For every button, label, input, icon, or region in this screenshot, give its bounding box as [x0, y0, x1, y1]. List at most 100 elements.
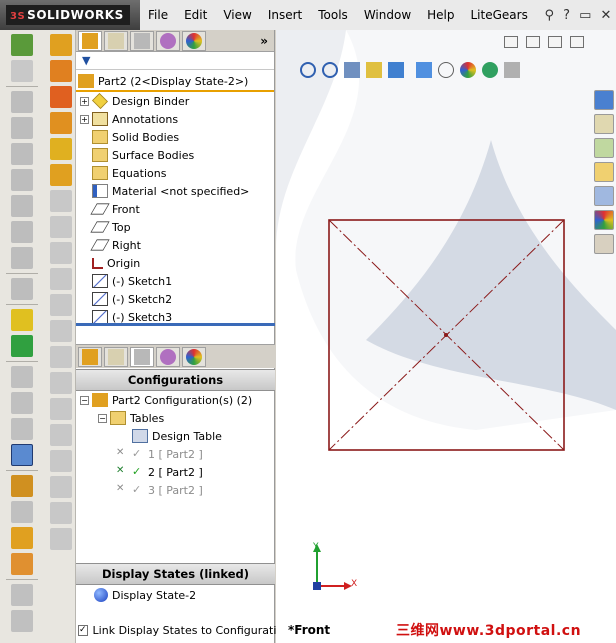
tree-item-equations[interactable]: Equations	[76, 164, 274, 182]
tree-item-sketch1[interactable]: (-) Sketch1	[76, 272, 274, 290]
extrude-icon[interactable]	[11, 475, 33, 497]
collapse-toggle[interactable]: −	[98, 413, 107, 423]
dome-icon[interactable]	[50, 372, 72, 394]
graphics-area[interactable]: Y X *Front 三维网www.3dportal.cn	[276, 30, 616, 643]
boss-loft-icon[interactable]	[50, 112, 72, 134]
display-state-item[interactable]: Display State-2	[76, 586, 275, 604]
menu-edit[interactable]: Edit	[176, 0, 215, 30]
view-settings-icon[interactable]	[504, 62, 520, 78]
rib-icon[interactable]	[50, 320, 72, 342]
tree-item-right[interactable]: Right	[76, 236, 274, 254]
view-palette-icon[interactable]	[594, 186, 614, 206]
menu-insert[interactable]: Insert	[260, 0, 310, 30]
appearances-icon[interactable]	[594, 210, 614, 230]
rapid-sketch-icon[interactable]	[11, 444, 33, 466]
sketch-center-point[interactable]	[444, 333, 448, 337]
menu-help[interactable]: Help	[419, 0, 462, 30]
tree-item-design-binder[interactable]: + Design Binder	[76, 92, 274, 110]
repair-sketch-icon[interactable]	[11, 335, 33, 357]
tab-dimxpert-manager-lower[interactable]	[156, 346, 180, 367]
boundary-boss-icon[interactable]	[50, 138, 72, 160]
tree-item-origin[interactable]: Origin	[76, 254, 274, 272]
close-icon[interactable]	[570, 36, 584, 48]
point-icon[interactable]	[11, 221, 33, 243]
expand-toggle[interactable]: +	[80, 114, 89, 124]
help-icon[interactable]: ?	[563, 8, 570, 23]
tab-property-manager-lower[interactable]	[104, 346, 128, 367]
tab-feature-manager-lower[interactable]	[78, 346, 102, 367]
tree-root-part[interactable]: Part2 (2<Display State-2>)	[76, 72, 274, 92]
draft-icon[interactable]	[50, 346, 72, 368]
menu-file[interactable]: File	[140, 0, 176, 30]
panel-splitter[interactable]	[76, 323, 275, 326]
config-root[interactable]: − Part2 Configuration(s) (2)	[76, 391, 275, 409]
menu-view[interactable]: View	[215, 0, 259, 30]
pin-icon[interactable]: ⚲	[545, 8, 555, 23]
design-library-icon[interactable]	[594, 138, 614, 158]
tab-configuration-manager[interactable]	[130, 30, 154, 51]
edit-appearance-icon[interactable]	[460, 62, 476, 78]
zoom-to-fit-icon[interactable]	[300, 62, 316, 78]
apply-scene-icon[interactable]	[482, 62, 498, 78]
rectangle-icon[interactable]	[11, 117, 33, 139]
tree-item-top[interactable]: Top	[76, 218, 274, 236]
cut-revolve-icon[interactable]	[50, 190, 72, 212]
tree-item-annotations[interactable]: + Annotations	[76, 110, 274, 128]
add-relation-icon[interactable]	[11, 309, 33, 331]
solidworks-logo[interactable]: 3S SOLIDWORKS	[6, 5, 130, 25]
boss-revolve-icon[interactable]	[50, 60, 72, 82]
link-display-states-checkbox[interactable]: ✓	[78, 624, 88, 636]
file-explorer-icon[interactable]	[594, 162, 614, 182]
spline-icon[interactable]	[11, 195, 33, 217]
configuration-item[interactable]: ✕ ✓ 2 [ Part2 ]	[76, 463, 275, 481]
link-display-states-row[interactable]: ✓ Link Display States to Configurations	[76, 619, 296, 641]
linear-pattern-icon[interactable]	[50, 398, 72, 420]
cut-extrude-icon[interactable]	[50, 164, 72, 186]
menu-tools[interactable]: Tools	[310, 0, 356, 30]
fillet-icon[interactable]	[11, 584, 33, 606]
minimize-icon[interactable]	[526, 36, 540, 48]
trim-icon[interactable]	[11, 278, 33, 300]
previous-view-icon[interactable]	[344, 62, 360, 78]
smart-dimension-icon[interactable]	[11, 60, 33, 82]
hide-show-items-icon[interactable]	[438, 62, 454, 78]
shell-icon[interactable]	[50, 294, 72, 316]
move-entities-icon[interactable]	[11, 418, 33, 440]
circle-icon[interactable]	[11, 143, 33, 165]
mirror-feature-icon[interactable]	[50, 450, 72, 472]
custom-properties-icon[interactable]	[594, 234, 614, 254]
restore-icon[interactable]: ▭	[579, 8, 591, 23]
close-icon[interactable]: ✕	[601, 8, 612, 23]
configuration-item[interactable]: ✕ ✓ 1 [ Part2 ]	[76, 445, 275, 463]
line-icon[interactable]	[11, 91, 33, 113]
revolve-icon[interactable]	[11, 501, 33, 523]
boss-extrude-icon[interactable]	[50, 34, 72, 56]
wrap-icon[interactable]	[50, 476, 72, 498]
tree-item-front[interactable]: Front	[76, 200, 274, 218]
tree-filter[interactable]: ▼	[76, 52, 274, 70]
tree-item-solid-bodies[interactable]: Solid Bodies	[76, 128, 274, 146]
tab-dimxpert-manager[interactable]	[156, 30, 180, 51]
restore-icon[interactable]	[548, 36, 562, 48]
tab-configuration-manager-lower[interactable]	[130, 346, 154, 367]
tab-feature-manager[interactable]	[78, 30, 102, 51]
offset-icon[interactable]	[11, 392, 33, 414]
new-sketch-icon[interactable]	[11, 34, 33, 56]
solidworks-resources-icon[interactable]	[594, 90, 614, 110]
intersect-icon[interactable]	[50, 502, 72, 524]
section-view-icon[interactable]	[366, 62, 382, 78]
configuration-item[interactable]: ✕ ✓ 3 [ Part2 ]	[76, 481, 275, 499]
view-orientation-icon[interactable]	[388, 62, 404, 78]
collapse-toggle[interactable]: −	[80, 395, 89, 405]
display-style-icon[interactable]	[416, 62, 432, 78]
sweep-icon[interactable]	[11, 527, 33, 549]
tab-display-manager[interactable]	[182, 30, 206, 51]
tree-item-material-not-specified[interactable]: Material <not specified>	[76, 182, 274, 200]
tab-display-manager-lower[interactable]	[182, 346, 206, 367]
reference-geometry-icon[interactable]	[50, 528, 72, 550]
chamfer-icon[interactable]	[11, 610, 33, 632]
tree-item-sketch2[interactable]: (-) Sketch2	[76, 290, 274, 308]
config-design-table[interactable]: Design Table	[76, 427, 275, 445]
home-icon[interactable]	[594, 114, 614, 134]
expand-tabs-chevron-icon[interactable]: »	[260, 34, 268, 48]
